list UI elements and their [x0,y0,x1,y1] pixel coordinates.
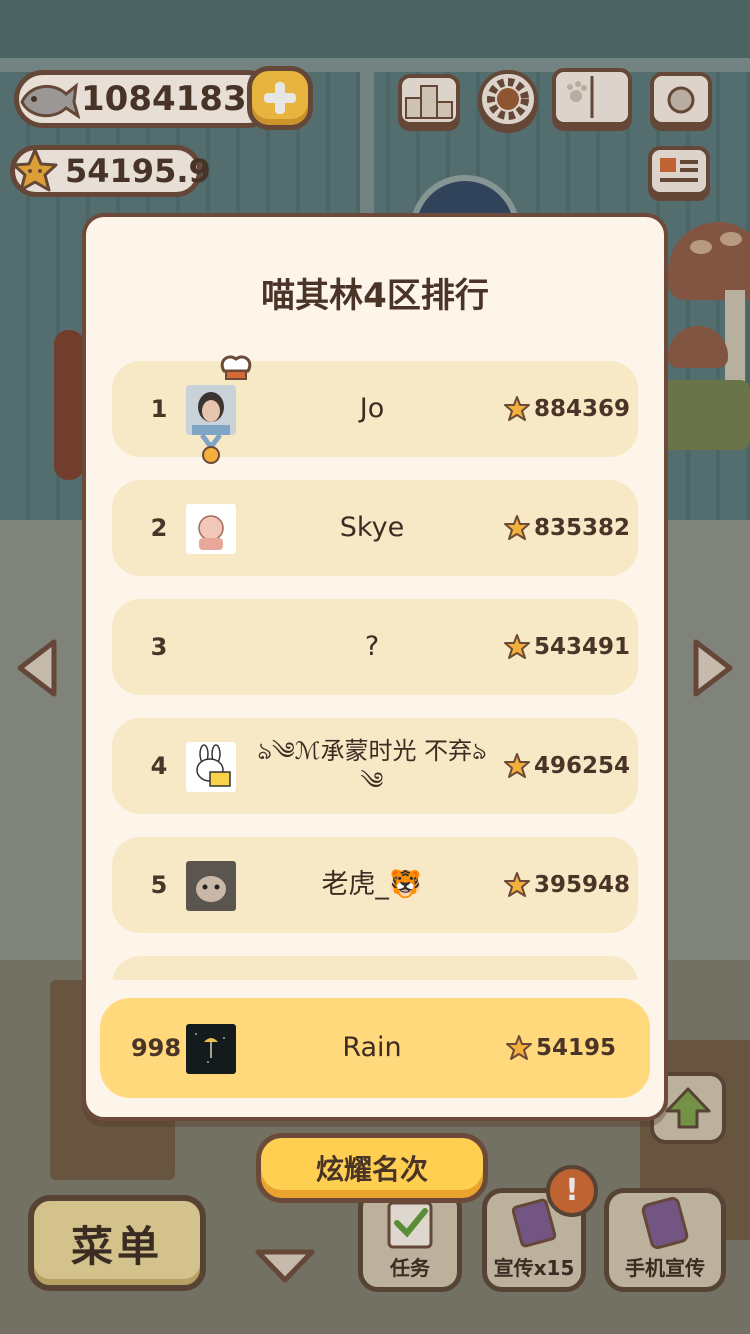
star-icon [504,634,530,659]
player-score: 835382 [504,480,630,576]
ranking-row[interactable]: 2 Skye 835382 [112,480,638,576]
player-name: Rain [342,1032,402,1063]
score-value: 496254 [534,753,631,779]
player-score: 884369 [504,361,630,457]
ranking-list[interactable]: 1 Jo 884369 2 Skye 835382 3 ? 543491 4 ঌ… [100,355,660,980]
avatar [186,742,236,792]
ranking-row[interactable]: 3 ? 543491 [112,599,638,695]
show-off-rank-label: 炫耀名次 [315,1153,428,1186]
my-rank-row: 998 Rain 54195 [100,998,650,1098]
player-name: ঌ༄ℳ承蒙时光 不弃ঌ༄ [257,737,487,795]
avatar-cat-photo [186,861,236,911]
ranking-row[interactable]: 1 Jo 884369 [112,355,638,464]
rank-number: 3 [150,633,168,661]
avatar [186,861,236,911]
score-value: 884369 [534,396,631,422]
star-icon [504,515,530,540]
ranking-row[interactable] [112,956,638,980]
avatar [186,504,236,554]
star-icon [506,1035,532,1060]
player-name: Skye [339,512,405,543]
score-value: 835382 [534,515,631,541]
ranking-title: 喵其林4区排行 [261,276,489,316]
medal-icon [200,435,222,464]
player-score: 395948 [504,837,630,933]
score-value: 543491 [534,634,631,660]
player-name: ? [364,631,380,662]
score-value: 395948 [534,872,631,898]
avatar-photo [186,385,236,435]
star-icon [504,872,530,897]
player-name: Jo [359,393,385,424]
avatar [186,1024,236,1074]
player-score: 496254 [504,718,630,814]
avatar [186,385,236,435]
avatar-bunny [186,742,236,792]
star-icon [504,753,530,778]
star-icon [504,396,530,421]
player-score: 54195 [506,998,616,1098]
ranking-row[interactable]: 5 老虎_🐯 395948 [112,837,638,933]
score-value: 54195 [536,1035,617,1061]
show-off-rank-button[interactable]: 炫耀名次 [256,1133,488,1203]
ranking-row[interactable]: 4 ঌ༄ℳ承蒙时光 不弃ঌ༄ 496254 [112,718,638,814]
avatar-night-photo [186,1024,236,1074]
player-score: 543491 [504,599,630,695]
avatar-drawing [186,504,236,554]
chef-hat-icon [220,355,252,380]
player-name: 老虎_🐯 [321,869,423,900]
